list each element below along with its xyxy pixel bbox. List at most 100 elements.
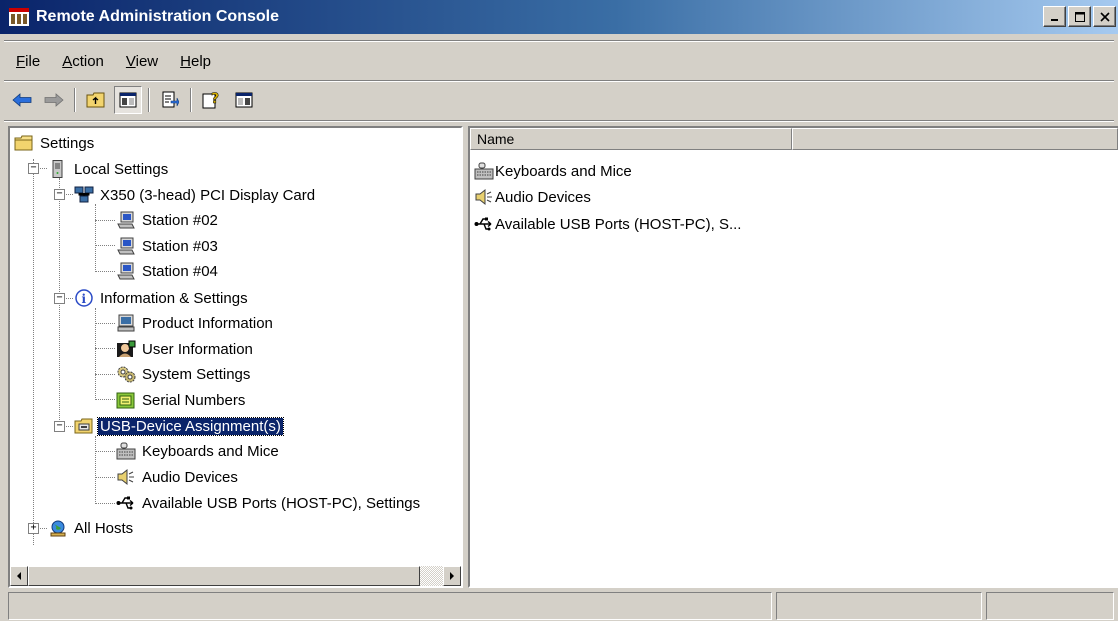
maximize-button[interactable] (1068, 6, 1091, 27)
help-icon: ? (202, 91, 219, 109)
title-bar: Remote Administration Console (0, 0, 1118, 34)
back-arrow-icon (12, 93, 32, 107)
tree-item-label: Station #03 (142, 237, 218, 255)
status-bar (8, 592, 1118, 620)
export-list-icon (162, 91, 179, 108)
tree-item-station-02[interactable]: Station #02 (116, 209, 220, 231)
console-tree-pane[interactable]: Settings − Local Settings − X350 (3-head… (8, 126, 463, 588)
tree-item-audio-devices[interactable]: Audio Devices (116, 466, 240, 488)
up-one-level-button[interactable] (82, 86, 110, 114)
serial-numbers-icon (116, 391, 136, 409)
minimize-button[interactable] (1043, 6, 1066, 27)
keyboard-icon (474, 162, 494, 180)
help-button[interactable]: ? (198, 86, 226, 114)
tree-item-label: Audio Devices (142, 468, 238, 486)
column-header-empty[interactable] (792, 128, 1118, 150)
keyboard-icon (116, 442, 136, 460)
user-icon (116, 340, 136, 358)
export-list-button[interactable] (156, 86, 184, 114)
info-icon: i (74, 289, 94, 307)
separator (4, 40, 1114, 42)
tree-item-label: X350 (3-head) PCI Display Card (100, 186, 316, 204)
arrow-left-icon (17, 572, 21, 580)
tree-item-label: Local Settings (74, 160, 169, 178)
scroll-left-button[interactable] (10, 566, 28, 586)
horizontal-scrollbar[interactable] (10, 566, 461, 586)
close-icon (1099, 11, 1110, 22)
menu-bar: File Action View Help (0, 46, 233, 76)
collapse-toggle[interactable]: − (28, 163, 39, 174)
list-item-label: Audio Devices (495, 188, 591, 206)
tree-item-all-hosts[interactable]: All Hosts (48, 517, 135, 539)
menu-help[interactable]: Help (180, 53, 211, 70)
scroll-right-button[interactable] (443, 566, 461, 586)
list-item-label: Keyboards and Mice (495, 162, 632, 180)
collapse-toggle[interactable]: − (54, 293, 65, 304)
tree-item-label: Station #02 (142, 211, 218, 229)
speaker-icon (116, 468, 136, 486)
tree-item-available-usb-ports[interactable]: Available USB Ports (HOST-PC), Settings (116, 492, 422, 514)
close-button[interactable] (1093, 6, 1116, 27)
list-item-available-usb-ports[interactable]: Available USB Ports (HOST-PC), S... (474, 213, 741, 235)
toolbar: ? (8, 84, 262, 116)
collapse-toggle[interactable]: − (54, 421, 65, 432)
tree-item-label: User Information (142, 340, 253, 358)
status-panel-3 (986, 592, 1114, 620)
maximize-icon (1074, 11, 1085, 22)
column-header-name[interactable]: Name (470, 128, 792, 150)
tree-item-product-information[interactable]: Product Information (116, 312, 275, 334)
tree-item-user-information[interactable]: User Information (116, 338, 255, 360)
console-app-icon (8, 6, 30, 28)
collapse-toggle[interactable]: − (54, 189, 65, 200)
console-tree[interactable]: Settings − Local Settings − X350 (3-head… (10, 128, 461, 566)
tree-item-usb-device-assignment[interactable]: USB-Device Assignment(s) (74, 415, 284, 437)
status-panel-2 (776, 592, 982, 620)
tree-item-local-settings[interactable]: Local Settings (48, 158, 170, 180)
expand-toggle[interactable]: + (28, 523, 39, 534)
tree-item-information-settings[interactable]: i Information & Settings (74, 287, 250, 309)
back-button[interactable] (8, 86, 36, 114)
window-title: Remote Administration Console (36, 8, 279, 25)
action-pane-icon (235, 92, 253, 108)
tree-item-display-card[interactable]: X350 (3-head) PCI Display Card (74, 184, 317, 206)
menu-view[interactable]: View (126, 53, 158, 70)
tree-item-label: System Settings (142, 365, 251, 383)
folder-up-icon (86, 92, 105, 108)
console-tree-icon (119, 92, 137, 108)
usb-folder-icon (74, 417, 94, 435)
usb-icon (474, 215, 494, 233)
tree-item-label-selected: USB-Device Assignment(s) (97, 416, 284, 436)
station-computer-icon (116, 262, 136, 280)
minimize-icon (1050, 18, 1058, 21)
tree-item-keyboards-mice[interactable]: Keyboards and Mice (116, 440, 281, 462)
menu-action[interactable]: Action (62, 53, 104, 70)
tree-item-serial-numbers[interactable]: Serial Numbers (116, 389, 247, 411)
list-item-audio-devices[interactable]: Audio Devices (474, 186, 591, 208)
tree-item-station-03[interactable]: Station #03 (116, 235, 220, 257)
tree-item-settings[interactable]: Settings (14, 132, 96, 154)
svg-text:i: i (82, 292, 87, 306)
product-info-icon (116, 314, 136, 332)
forward-button[interactable] (40, 86, 68, 114)
svg-text:?: ? (211, 91, 219, 107)
tree-item-station-04[interactable]: Station #04 (116, 260, 220, 282)
separator (4, 80, 1114, 82)
station-computer-icon (116, 237, 136, 255)
gears-icon (116, 365, 136, 383)
show-hide-action-pane-button[interactable] (230, 86, 258, 114)
list-header: Name (470, 128, 1118, 150)
scrollbar-thumb[interactable] (28, 566, 420, 586)
show-hide-tree-button[interactable] (114, 86, 142, 114)
tree-item-label: Settings (40, 134, 95, 152)
tree-item-system-settings[interactable]: System Settings (116, 363, 252, 385)
list-item-keyboards-mice[interactable]: Keyboards and Mice (474, 160, 632, 182)
result-list-pane[interactable]: Name Keyboards and Mice Audio Devices Av… (468, 126, 1118, 588)
arrow-right-icon (450, 572, 454, 580)
globe-network-icon (48, 519, 68, 537)
tree-item-label: Product Information (142, 314, 273, 332)
folder-icon (14, 134, 34, 152)
station-computer-icon (116, 211, 136, 229)
separator (4, 120, 1114, 122)
tree-item-label: Available USB Ports (HOST-PC), Settings (142, 494, 421, 512)
menu-file[interactable]: File (16, 53, 40, 70)
